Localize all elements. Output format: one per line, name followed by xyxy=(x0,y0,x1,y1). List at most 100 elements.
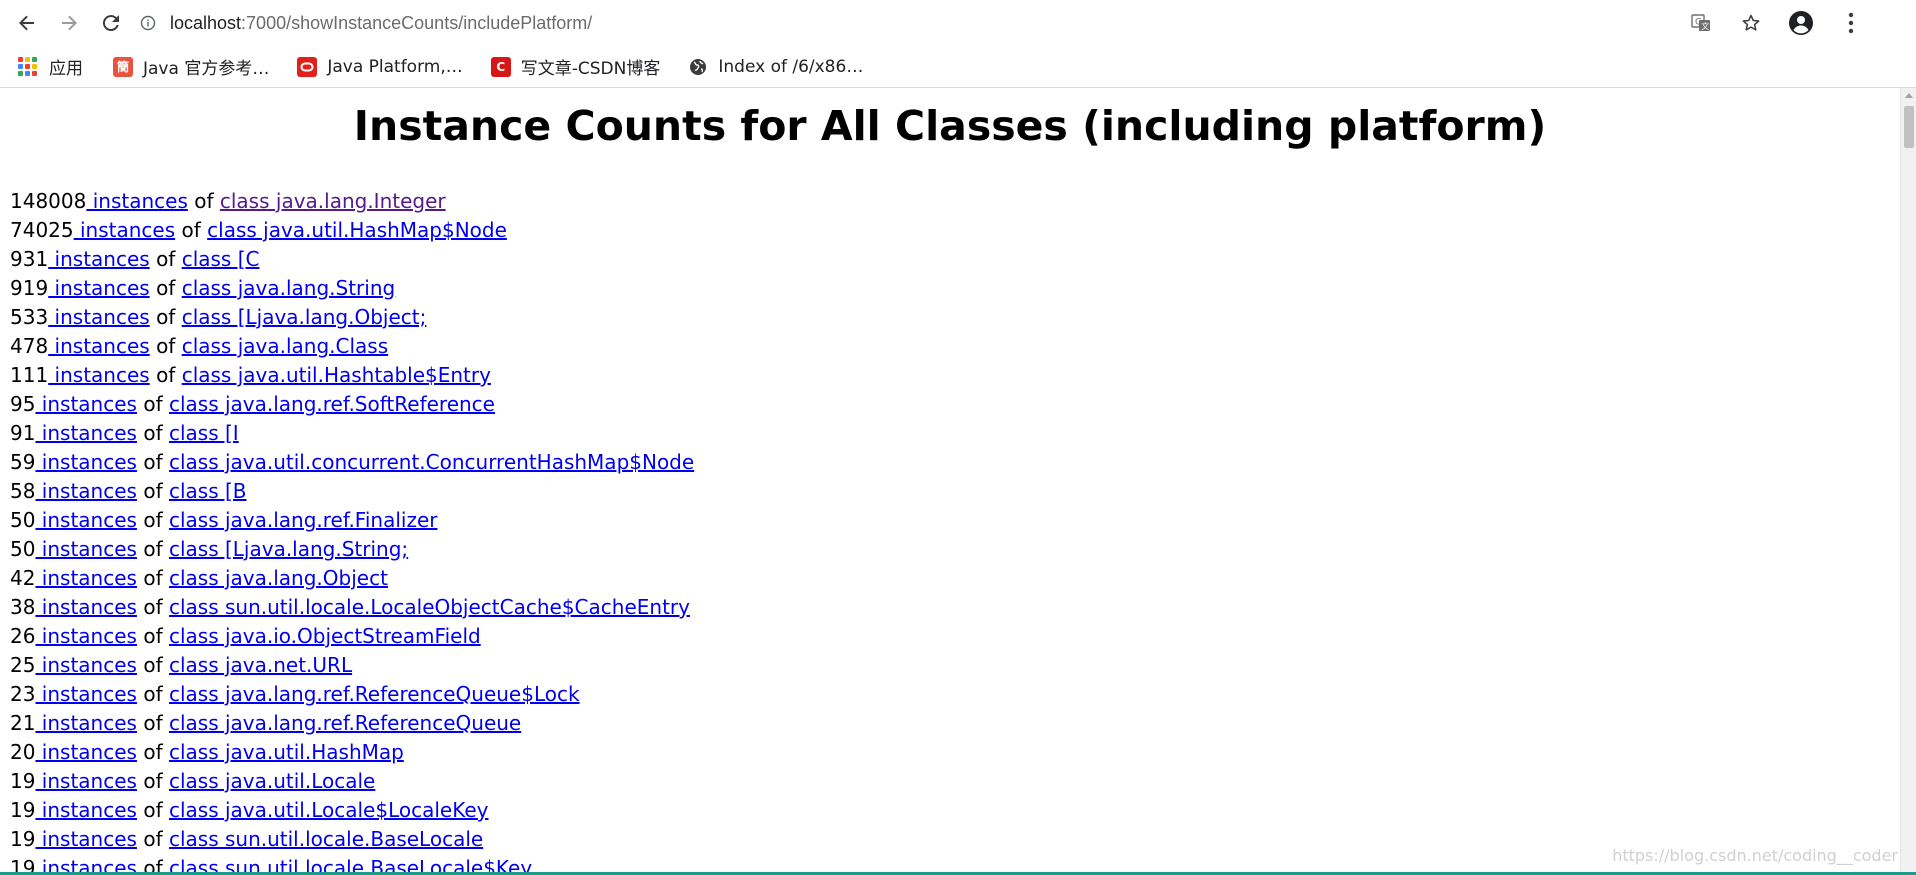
back-button[interactable] xyxy=(12,8,42,38)
instances-link[interactable]: instances xyxy=(48,363,150,387)
instances-link[interactable]: instances xyxy=(35,566,137,590)
of-text: of xyxy=(143,769,163,793)
class-link[interactable]: class java.util.HashMap xyxy=(169,740,404,764)
of-text: of xyxy=(143,392,163,416)
class-link[interactable]: class java.util.Locale xyxy=(169,769,375,793)
instance-row: 91 instances of class [I xyxy=(10,419,694,448)
instance-row: 25 instances of class java.net.URL xyxy=(10,651,694,680)
instances-link[interactable]: instances xyxy=(48,247,150,271)
instances-link[interactable]: instances xyxy=(86,189,188,213)
instances-link[interactable]: instances xyxy=(35,711,137,735)
address-bar[interactable]: localhost:7000/showInstanceCounts/includ… xyxy=(140,6,1720,40)
class-link[interactable]: class java.lang.ref.Finalizer xyxy=(169,508,438,532)
class-link[interactable]: class java.util.concurrent.ConcurrentHas… xyxy=(169,450,694,474)
class-link[interactable]: class [Ljava.lang.String; xyxy=(169,537,408,561)
instance-row: 38 instances of class sun.util.locale.Lo… xyxy=(10,593,694,622)
instances-link[interactable]: instances xyxy=(35,450,137,474)
class-link[interactable]: class java.lang.ref.ReferenceQueue xyxy=(169,711,521,735)
info-icon[interactable] xyxy=(140,15,156,31)
instances-link[interactable]: instances xyxy=(48,276,150,300)
instances-link[interactable]: instances xyxy=(35,827,137,851)
instances-link[interactable]: instances xyxy=(35,421,137,445)
bookmark-java-platform[interactable]: Java Platform,… xyxy=(297,56,463,77)
instances-link[interactable]: instances xyxy=(35,653,137,677)
of-text: of xyxy=(156,276,176,300)
class-link[interactable]: class java.lang.ref.SoftReference xyxy=(169,392,495,416)
instance-count: 38 xyxy=(10,595,36,619)
instance-count: 58 xyxy=(10,479,36,503)
class-link[interactable]: class java.io.ObjectStreamField xyxy=(169,624,481,648)
instances-link[interactable]: instances xyxy=(35,624,137,648)
instance-count: 59 xyxy=(10,450,36,474)
bookmark-csdn[interactable]: C 写文章-CSDN博客 xyxy=(490,54,660,79)
bookmark-apps[interactable]: 应用 xyxy=(18,54,83,79)
class-link[interactable]: class java.lang.String xyxy=(182,276,396,300)
instance-row: 20 instances of class java.util.HashMap xyxy=(10,738,694,767)
instance-count: 21 xyxy=(10,711,36,735)
scroll-up-icon[interactable] xyxy=(1905,93,1913,98)
bookmark-java-docs[interactable]: 簡 Java 官方参考… xyxy=(113,54,269,79)
star-icon xyxy=(1742,14,1760,31)
class-link[interactable]: class java.util.Hashtable$Entry xyxy=(182,363,491,387)
instances-link[interactable]: instances xyxy=(74,218,175,242)
class-link[interactable]: class [B xyxy=(169,479,247,503)
instances-link[interactable]: instances xyxy=(35,798,137,822)
account-circle-icon xyxy=(1789,11,1813,35)
instance-count: 19 xyxy=(10,769,36,793)
instances-link[interactable]: instances xyxy=(35,479,137,503)
class-link[interactable]: class java.lang.Integer xyxy=(220,189,446,213)
class-link[interactable]: class sun.util.locale.LocaleObjectCache$… xyxy=(169,595,690,619)
instance-row: 19 instances of class java.util.Locale$L… xyxy=(10,796,694,825)
instance-count: 25 xyxy=(10,653,36,677)
browser-window: localhost:7000/showInstanceCounts/includ… xyxy=(0,0,1916,875)
of-text: of xyxy=(143,740,163,764)
of-text: of xyxy=(156,363,176,387)
instance-row: 111 instances of class java.util.Hashtab… xyxy=(10,361,694,390)
instance-count: 19 xyxy=(10,827,36,851)
instance-count: 931 xyxy=(10,247,49,271)
instances-link[interactable]: instances xyxy=(35,508,137,532)
instances-link[interactable]: instances xyxy=(35,740,137,764)
url-path: :7000/showInstanceCounts/includePlatform… xyxy=(241,12,593,33)
forward-button[interactable] xyxy=(54,8,84,38)
vertical-scrollbar[interactable] xyxy=(1900,88,1916,875)
instance-row: 21 instances of class java.lang.ref.Refe… xyxy=(10,709,694,738)
instance-row: 19 instances of class sun.util.locale.Ba… xyxy=(10,825,694,854)
class-link[interactable]: class sun.util.locale.BaseLocale xyxy=(169,827,483,851)
scroll-thumb[interactable] xyxy=(1904,106,1914,148)
of-text: of xyxy=(181,218,201,242)
of-text: of xyxy=(143,653,163,677)
instances-link[interactable]: instances xyxy=(35,769,137,793)
instances-link[interactable]: instances xyxy=(35,595,137,619)
class-link[interactable]: class [I xyxy=(169,421,239,445)
instances-link[interactable]: instances xyxy=(35,537,137,561)
instances-link[interactable]: instances xyxy=(35,682,137,706)
bookmark-star-button[interactable] xyxy=(1736,8,1766,38)
class-link[interactable]: class java.net.URL xyxy=(169,653,352,677)
class-link[interactable]: class java.lang.Object xyxy=(169,566,388,590)
more-vert-icon xyxy=(1848,12,1854,34)
instance-row: 26 instances of class java.io.ObjectStre… xyxy=(10,622,694,651)
of-text: of xyxy=(156,334,176,358)
reload-button[interactable] xyxy=(96,8,126,38)
translate-button[interactable]: G 文 xyxy=(1686,8,1716,38)
instances-link[interactable]: instances xyxy=(48,305,150,329)
instance-count: 74025 xyxy=(10,218,74,242)
profile-button[interactable] xyxy=(1786,8,1816,38)
instance-row: 58 instances of class [B xyxy=(10,477,694,506)
reload-icon xyxy=(102,15,119,32)
instances-link[interactable]: instances xyxy=(35,392,137,416)
browser-toolbar: localhost:7000/showInstanceCounts/includ… xyxy=(0,0,1916,46)
instance-row: 23 instances of class java.lang.ref.Refe… xyxy=(10,680,694,709)
class-link[interactable]: class java.util.HashMap$Node xyxy=(207,218,507,242)
instances-link[interactable]: instances xyxy=(48,334,150,358)
class-link[interactable]: class java.util.Locale$LocaleKey xyxy=(169,798,489,822)
class-link[interactable]: class [C xyxy=(182,247,260,271)
instance-count: 42 xyxy=(10,566,36,590)
bookmark-index[interactable]: Index of /6/x86… xyxy=(688,57,863,77)
class-link[interactable]: class java.lang.Class xyxy=(182,334,388,358)
class-link[interactable]: class [Ljava.lang.Object; xyxy=(182,305,427,329)
menu-button[interactable] xyxy=(1836,8,1866,38)
instance-count: 91 xyxy=(10,421,36,445)
class-link[interactable]: class java.lang.ref.ReferenceQueue$Lock xyxy=(169,682,580,706)
